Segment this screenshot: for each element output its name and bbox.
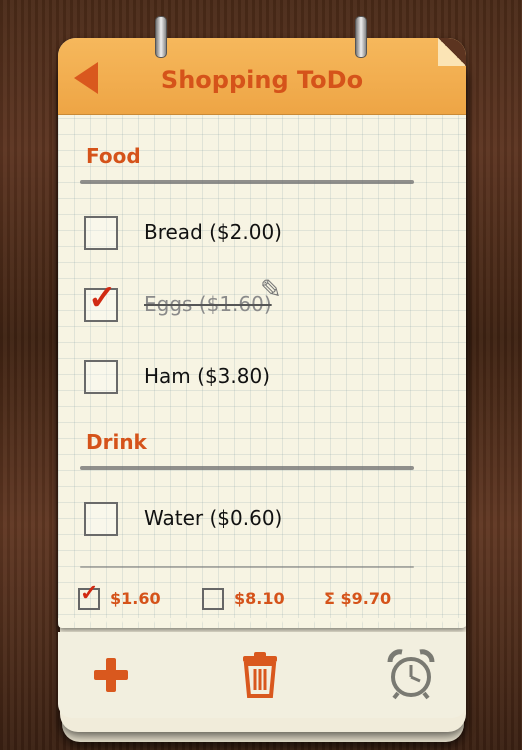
list-item-eggs[interactable]: ✓ Eggs ($1.60) ✎ [84, 274, 446, 326]
trash-icon[interactable] [240, 652, 280, 698]
page-title: Shopping ToDo [160, 66, 364, 94]
section-title-food: Food [86, 144, 141, 168]
totals-summary: ✓ $1.60 $8.10 Σ $9.70 [78, 580, 446, 612]
header-bar: Shopping ToDo [58, 38, 466, 115]
checkmark-icon: ✓ [88, 279, 117, 317]
item-label: Bread ($2.00) [144, 220, 282, 244]
checked-total: $1.60 [110, 589, 161, 608]
checkbox[interactable] [84, 216, 118, 250]
section-divider [80, 466, 414, 470]
pencil-icon[interactable]: ✎ [260, 274, 282, 305]
page-corner-fold [438, 38, 466, 66]
list-item-ham[interactable]: Ham ($3.80) [84, 358, 446, 398]
unchecked-total: $8.10 [234, 589, 285, 608]
checkmark-icon: ✓ [80, 580, 99, 605]
binder-ring-left [155, 16, 167, 58]
checkbox[interactable] [84, 502, 118, 536]
grand-total: Σ $9.70 [324, 589, 392, 608]
notepad: Shopping ToDo Food Bread ($2.00) ✓ Eggs … [58, 38, 466, 628]
list-item-bread[interactable]: Bread ($2.00) [84, 214, 446, 254]
bottom-toolbar [58, 632, 466, 718]
plus-icon[interactable] [94, 658, 128, 692]
item-label: Ham ($3.80) [144, 364, 270, 388]
binder-ring-right [355, 16, 367, 58]
summary-divider [80, 566, 414, 568]
section-title-drink: Drink [86, 430, 147, 454]
list-item-water[interactable]: Water ($0.60) [84, 500, 446, 540]
item-label: Eggs ($1.60) [144, 292, 272, 316]
unchecked-total-checkbox [202, 588, 224, 610]
item-label: Water ($0.60) [144, 506, 283, 530]
alarm-clock-icon[interactable] [386, 648, 436, 700]
checkbox[interactable] [84, 360, 118, 394]
section-divider [80, 180, 414, 184]
